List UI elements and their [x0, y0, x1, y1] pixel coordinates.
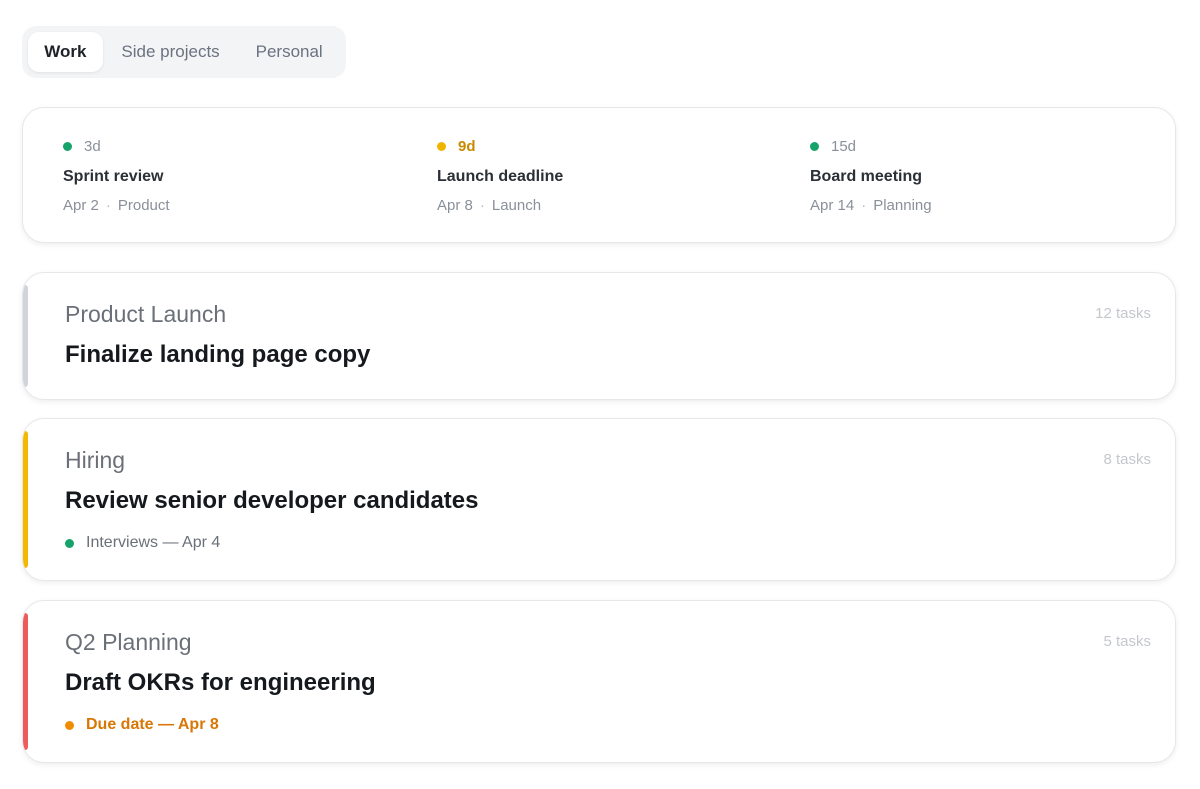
project-accent-bar: [23, 431, 28, 568]
deadline-date: Apr 8: [437, 197, 473, 214]
project-name: Product Launch: [65, 301, 227, 327]
project-next-task: Draft OKRs for engineering: [65, 669, 376, 696]
deadline-category: Launch: [491, 197, 542, 214]
deadline-title: Board meeting: [810, 168, 923, 185]
status-dot-icon: [810, 142, 819, 151]
project-card-product-launch[interactable]: Product Launch Finalize landing page cop…: [22, 272, 1176, 400]
deadline-days: 3d: [84, 138, 101, 155]
project-task-count: 8 tasks: [1103, 451, 1151, 468]
deadline-category: Planning: [873, 197, 932, 214]
status-dot-icon: [63, 142, 72, 151]
deadline-meta: Apr 14 · Planning: [810, 197, 932, 214]
deadline-meta: Apr 2 · Product: [63, 197, 170, 214]
separator: ·: [861, 197, 867, 214]
deadline-days: 9d: [458, 138, 476, 155]
status-dot-icon: [437, 142, 446, 151]
project-status-text: Due date — Apr 8: [86, 716, 219, 733]
deadline-date: Apr 14: [810, 197, 855, 214]
project-next-task: Finalize landing page copy: [65, 341, 371, 368]
tab-work[interactable]: Work: [28, 32, 103, 72]
status-dot-icon: [65, 538, 74, 548]
project-accent-bar: [23, 285, 28, 387]
tab-personal[interactable]: Personal: [238, 32, 340, 72]
project-card-q2-planning[interactable]: Q2 Planning Draft OKRs for engineering 5…: [22, 600, 1176, 763]
project-name: Hiring: [65, 447, 126, 473]
project-task-count: 5 tasks: [1103, 633, 1151, 650]
project-status: Due date — Apr 8: [65, 716, 219, 734]
tab-side-projects[interactable]: Side projects: [103, 32, 239, 72]
project-next-task: Review senior developer candidates: [65, 487, 479, 514]
deadline-title: Sprint review: [63, 168, 164, 185]
status-dot-icon: [65, 720, 74, 730]
deadline-date: Apr 2: [63, 197, 99, 214]
deadline-countdown: 15d: [810, 138, 856, 155]
project-tabs: Work Side projects Personal: [22, 26, 346, 78]
deadline-meta: Apr 8 · Launch: [437, 197, 541, 214]
project-status: Interviews — Apr 4: [65, 534, 220, 552]
project-accent-bar: [23, 613, 28, 750]
deadline-category: Product: [117, 197, 170, 214]
upcoming-deadlines-card: 3d Sprint review Apr 2 · Product 9d Launch…: [22, 107, 1176, 243]
separator: ·: [105, 197, 111, 214]
project-status-text: Interviews — Apr 4: [86, 534, 221, 551]
project-card-hiring[interactable]: Hiring Review senior developer candidate…: [22, 418, 1176, 581]
deadline-title: Launch deadline: [437, 168, 564, 185]
deadline-countdown: 3d: [63, 138, 101, 155]
deadline-days: 15d: [831, 138, 857, 155]
deadline-countdown: 9d: [437, 138, 476, 155]
separator: ·: [479, 197, 485, 214]
project-task-count: 12 tasks: [1095, 305, 1151, 322]
project-name: Q2 Planning: [65, 629, 192, 655]
